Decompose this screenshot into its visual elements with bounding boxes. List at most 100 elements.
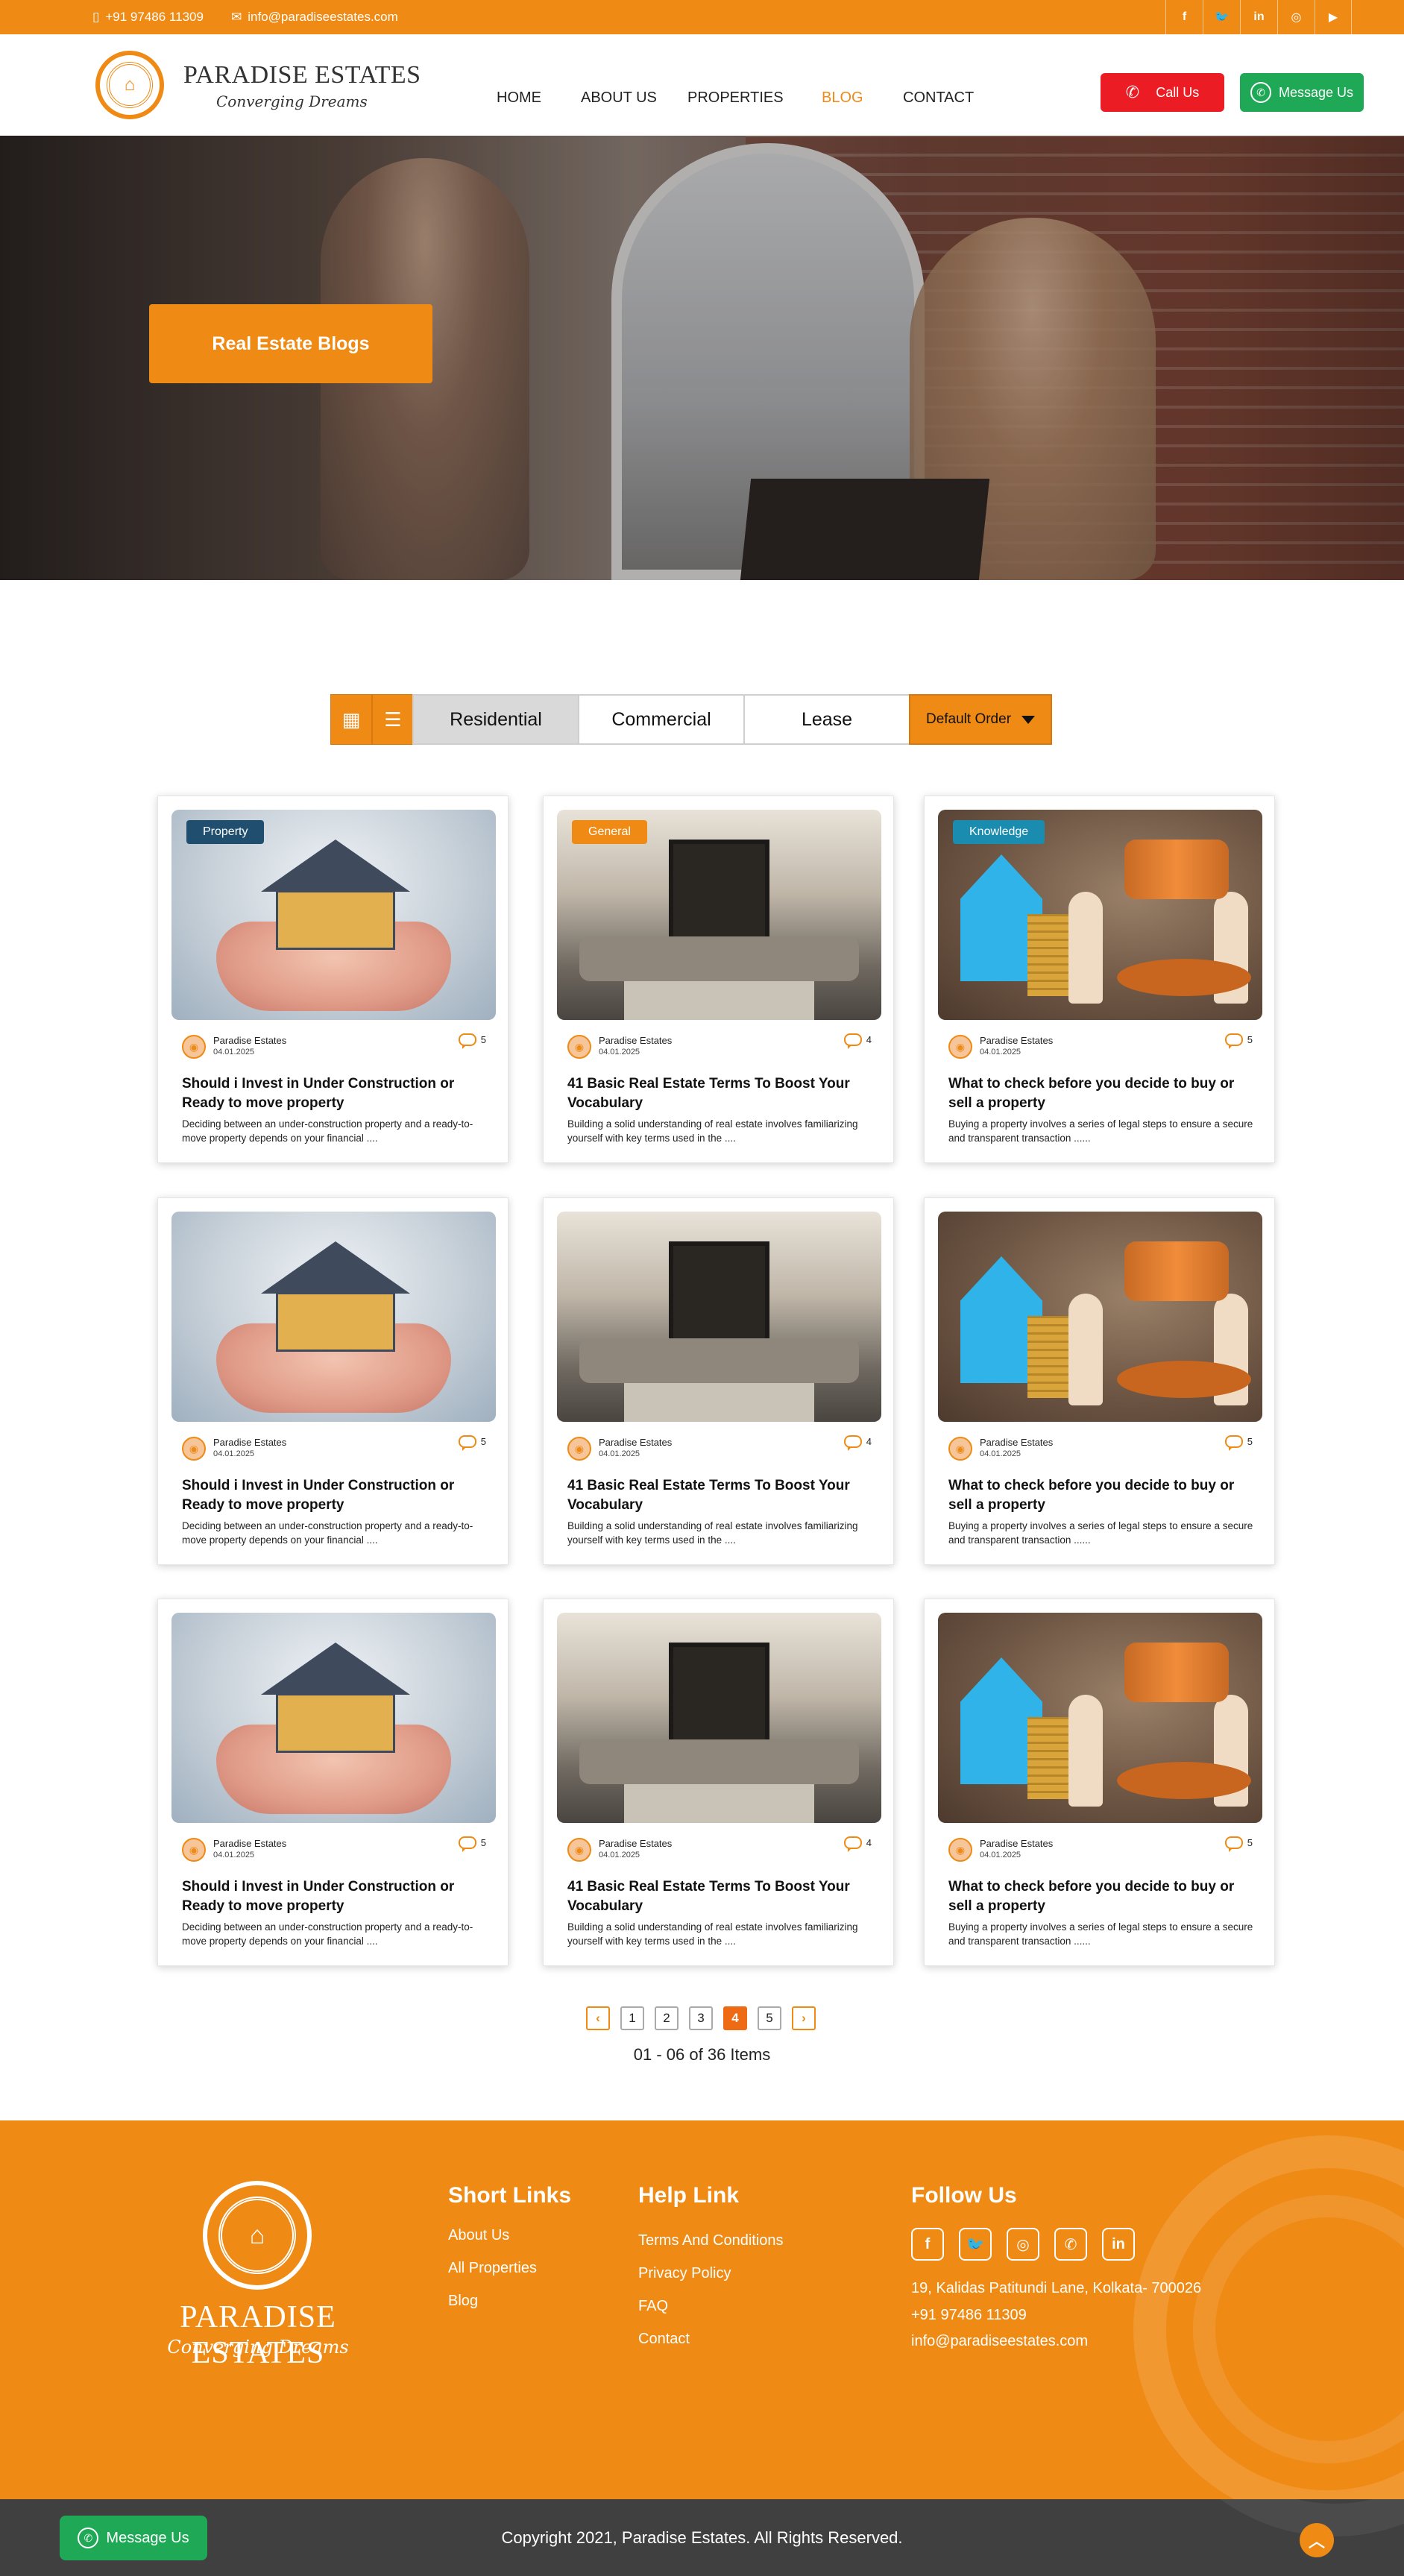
blog-card-title[interactable]: Should i Invest in Under Construction or… — [182, 1074, 488, 1113]
footer-link-contact[interactable]: Contact — [638, 2331, 690, 2348]
footer-link-about-us[interactable]: About Us — [448, 2227, 509, 2244]
post-date: 04.01.2025 — [213, 1449, 255, 1458]
twitter-icon[interactable]: 🐦 — [1203, 0, 1240, 34]
page-3[interactable]: 3 — [689, 2006, 713, 2030]
footer-linkedin-icon[interactable]: in — [1102, 2228, 1135, 2261]
blog-card-meta: ◉ Paradise Estates 04.01.2025 5 — [948, 1435, 1253, 1461]
footer-link-faq[interactable]: FAQ — [638, 2298, 668, 2315]
page-4[interactable]: 4 — [723, 2006, 747, 2030]
footer-instagram-icon[interactable]: ◎ — [1007, 2228, 1039, 2261]
blog-card-image[interactable] — [938, 1613, 1262, 1823]
facebook-icon[interactable]: f — [1165, 0, 1203, 34]
comment-count[interactable]: 5 — [458, 1435, 486, 1451]
youtube-icon[interactable]: ▶ — [1315, 0, 1352, 34]
nav-about-us[interactable]: ABOUT US — [581, 89, 657, 107]
message-us-button[interactable]: ✆ Message Us — [1240, 73, 1364, 112]
comment-count[interactable]: 4 — [843, 1836, 872, 1852]
blog-card[interactable]: ◉ Paradise Estates 04.01.2025 5 Should i Inv… — [157, 1197, 509, 1565]
nav-home[interactable]: HOME — [497, 89, 541, 107]
blog-card-title[interactable]: Should i Invest in Under Construction or… — [182, 1476, 488, 1515]
nav-blog[interactable]: BLOG — [822, 89, 863, 107]
blog-card[interactable]: ◉ Paradise Estates 04.01.2025 4 41 Basic Rea… — [543, 1197, 894, 1565]
blog-card-image[interactable] — [171, 1212, 496, 1422]
blog-card-title[interactable]: Should i Invest in Under Construction or… — [182, 1877, 488, 1916]
comment-count[interactable]: 4 — [843, 1435, 872, 1451]
author-avatar: ◉ — [182, 1838, 206, 1862]
footer-link-blog[interactable]: Blog — [448, 2293, 478, 2310]
mail-icon: ✉ — [231, 10, 242, 24]
post-date: 04.01.2025 — [599, 1851, 640, 1859]
blog-card[interactable]: General ◉ Paradise Estates 04.01.2025 4 41 Ba… — [543, 796, 894, 1163]
blog-card-image[interactable] — [938, 1212, 1262, 1422]
category-badge[interactable]: General — [572, 820, 647, 844]
blog-card-image[interactable] — [171, 1613, 496, 1823]
topbar-email[interactable]: ✉ info@paradiseestates.com — [231, 0, 398, 34]
page-5[interactable]: 5 — [758, 2006, 781, 2030]
topbar-phone-text: +91 97486 11309 — [105, 10, 204, 24]
footer-email[interactable]: info@paradiseestates.com — [911, 2333, 1088, 2350]
page-1[interactable]: 1 — [620, 2006, 644, 2030]
footer-twitter-icon[interactable]: 🐦 — [959, 2228, 992, 2261]
whatsapp-icon: ✆ — [1250, 82, 1271, 103]
comment-icon — [843, 1033, 862, 1049]
footer-link-privacy[interactable]: Privacy Policy — [638, 2265, 731, 2282]
blog-card-title[interactable]: What to check before you decide to buy o… — [948, 1877, 1254, 1916]
comment-count[interactable]: 5 — [1224, 1033, 1253, 1049]
list-view-button[interactable]: ☰ — [372, 694, 414, 745]
post-date: 04.01.2025 — [213, 1851, 255, 1859]
author-avatar: ◉ — [182, 1035, 206, 1059]
logo-icon[interactable]: ⌂ — [95, 51, 164, 119]
blog-card[interactable]: ◉ Paradise Estates 04.01.2025 4 41 Basic Rea… — [543, 1599, 894, 1966]
call-us-button[interactable]: ✆ Call Us — [1101, 73, 1224, 112]
grid-view-button[interactable]: ▦ — [330, 694, 372, 745]
topbar-phone[interactable]: ▯ +91 97486 11309 — [92, 0, 204, 34]
blog-card-title[interactable]: What to check before you decide to buy o… — [948, 1074, 1254, 1113]
footer-whatsapp-icon[interactable]: ✆ — [1054, 2228, 1087, 2261]
sort-order-dropdown[interactable]: Default Order — [909, 694, 1052, 745]
tab-commercial[interactable]: Commercial — [578, 694, 745, 745]
footer-tagline: Converging Dreams — [167, 2337, 349, 2358]
blog-filter-bar: ▦ ☰ Residential Commercial Lease Default… — [330, 694, 1052, 745]
comment-count[interactable]: 4 — [843, 1033, 872, 1049]
nav-contact[interactable]: CONTACT — [903, 89, 974, 107]
comment-count[interactable]: 5 — [458, 1033, 486, 1049]
footer-link-terms[interactable]: Terms And Conditions — [638, 2232, 784, 2249]
scroll-to-top-button[interactable]: ︿ — [1300, 2523, 1334, 2557]
author-name: Paradise Estates — [213, 1035, 287, 1046]
sort-order-label: Default Order — [925, 711, 1012, 727]
blog-card-image[interactable] — [557, 1212, 881, 1422]
brand-name[interactable]: PARADISE ESTATES — [183, 61, 421, 89]
category-badge[interactable]: Property — [186, 820, 265, 844]
linkedin-icon[interactable]: in — [1240, 0, 1277, 34]
blog-card[interactable]: ◉ Paradise Estates 04.01.2025 5 What to chec… — [924, 1197, 1275, 1565]
author-avatar: ◉ — [948, 1437, 972, 1461]
topbar-social-links: f 🐦 in ◎ ▶ — [1165, 0, 1352, 34]
blog-card-title[interactable]: 41 Basic Real Estate Terms To Boost Your… — [567, 1877, 873, 1916]
comment-icon — [843, 1435, 862, 1451]
prev-page-button[interactable]: ‹ — [586, 2006, 610, 2030]
blog-card-image[interactable] — [557, 1613, 881, 1823]
next-page-button[interactable]: › — [792, 2006, 816, 2030]
tab-lease[interactable]: Lease — [743, 694, 910, 745]
blog-card-title[interactable]: 41 Basic Real Estate Terms To Boost Your… — [567, 1074, 873, 1113]
comment-count[interactable]: 5 — [1224, 1836, 1253, 1852]
blog-card[interactable]: ◉ Paradise Estates 04.01.2025 5 What to chec… — [924, 1599, 1275, 1966]
blog-card-title[interactable]: 41 Basic Real Estate Terms To Boost Your… — [567, 1476, 873, 1515]
author-name: Paradise Estates — [980, 1437, 1054, 1448]
comment-count[interactable]: 5 — [1224, 1435, 1253, 1451]
instagram-icon[interactable]: ◎ — [1277, 0, 1315, 34]
footer-logo-icon[interactable]: ⌂ — [203, 2181, 312, 2290]
category-badge[interactable]: Knowledge — [953, 820, 1045, 844]
blog-card[interactable]: Property ◉ Paradise Estates 04.01.2025 5 Shou… — [157, 796, 509, 1163]
floating-message-button[interactable]: ✆ Message Us — [60, 2516, 207, 2560]
blog-card-title[interactable]: What to check before you decide to buy o… — [948, 1476, 1254, 1515]
footer-phone[interactable]: +91 97486 11309 — [911, 2307, 1027, 2324]
comment-count[interactable]: 5 — [458, 1836, 486, 1852]
page-2[interactable]: 2 — [655, 2006, 679, 2030]
blog-card[interactable]: Knowledge ◉ Paradise Estates 04.01.2025 5 Wha… — [924, 796, 1275, 1163]
footer-link-all-properties[interactable]: All Properties — [448, 2260, 537, 2277]
footer-facebook-icon[interactable]: f — [911, 2228, 944, 2261]
tab-residential[interactable]: Residential — [412, 694, 579, 745]
nav-properties[interactable]: PROPERTIES — [687, 89, 784, 107]
blog-card[interactable]: ◉ Paradise Estates 04.01.2025 5 Should i Inv… — [157, 1599, 509, 1966]
